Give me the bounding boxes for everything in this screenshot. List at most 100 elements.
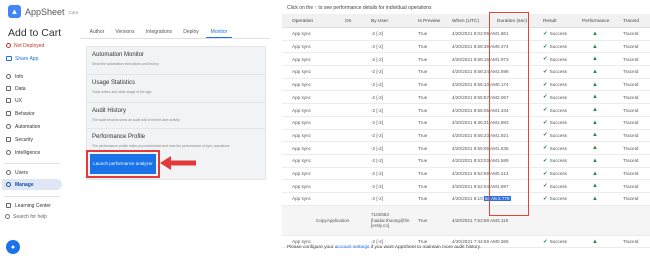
share-app-button[interactable]: Share App xyxy=(6,54,38,63)
table-row[interactable]: App sync -2 [-2] True 4/20/2021 8:56:05 AM 1… xyxy=(282,104,650,117)
cell-traceid[interactable]: TraceId xyxy=(623,236,638,248)
table-row[interactable]: App sync -2 [-2] True 4/20/2021 8:35:31 AM 1… xyxy=(282,117,650,130)
tab-versions[interactable]: Versions xyxy=(112,26,138,38)
card-usage-statistics[interactable]: Usage Statistics Track where and what us… xyxy=(86,74,266,103)
sidebar-item-automation[interactable]: Automation xyxy=(2,121,62,132)
cell-traceid[interactable]: TraceId xyxy=(623,155,638,167)
sidebar-item-ux[interactable]: UX xyxy=(2,95,62,106)
cell-when: 4/20/2021 8:58:24 AM xyxy=(452,66,497,78)
tab-monitor[interactable]: Monitor xyxy=(206,26,232,38)
success-check-icon: ✔ xyxy=(543,81,548,88)
cell-operation: App sync xyxy=(292,82,311,88)
cell-traceid[interactable]: TraceId xyxy=(623,193,638,205)
performance-icon[interactable]: ▲ xyxy=(592,132,598,138)
performance-icon[interactable]: ▲ xyxy=(592,94,598,100)
table-row[interactable]: App sync -2 [-2] True 4/20/2021 8:56:10 AM 0… xyxy=(282,79,650,92)
share-app-label: Share App xyxy=(15,55,39,62)
performance-icon[interactable]: ▲ xyxy=(592,171,598,177)
performance-icon[interactable]: ▲ xyxy=(592,69,598,75)
performance-icon[interactable]: ▲ xyxy=(592,82,598,88)
chat-button[interactable]: ● xyxy=(6,240,20,254)
users-icon xyxy=(6,170,11,175)
col-is-preview[interactable]: Is Preview xyxy=(418,14,440,28)
table-row[interactable]: App sync -2 [-2] True 4/20/2021 8:55:57 AM 2… xyxy=(282,92,650,105)
cell-operation: App sync xyxy=(292,94,311,100)
sidebar-item-manage[interactable]: Manage xyxy=(2,179,62,190)
cell-performance: ▲ xyxy=(592,92,598,104)
performance-icon[interactable]: ▲ xyxy=(592,31,598,37)
sidebar-item-security[interactable]: Security xyxy=(2,134,62,145)
performance-icon[interactable]: ▲ xyxy=(592,120,598,126)
cell-traceid[interactable]: TraceId xyxy=(623,130,638,142)
performance-icon[interactable]: ▲ xyxy=(592,145,598,151)
sidebar-item-learning-center[interactable]: Learning Center xyxy=(2,200,62,211)
table-row[interactable]: App sync -2 [-2] True 4/20/2021 8:55:06 AM 1… xyxy=(282,142,650,155)
col-when[interactable]: When (UTC) xyxy=(452,14,479,28)
cell-performance: ▲ xyxy=(592,28,598,40)
col-operation[interactable]: Operation xyxy=(292,14,313,28)
col-result[interactable]: Result xyxy=(543,14,557,28)
cell-preview: True xyxy=(418,217,428,223)
table-row[interactable]: App sync -2 [-2] True 4/20/2021 8:58:16 AM 1… xyxy=(282,53,650,67)
tab-author[interactable]: Author xyxy=(86,26,108,38)
sidebar-item-behavior[interactable]: Behavior xyxy=(2,108,62,119)
performance-icon[interactable]: ▲ xyxy=(592,56,598,62)
cell-traceid[interactable]: TraceId xyxy=(623,142,638,154)
col-duration[interactable]: Duration (sec) xyxy=(497,14,527,28)
when-text: 4/20/2021 8:56:10 AM xyxy=(452,82,497,88)
table-row[interactable]: App sync -2 [-2] True 4/20/2021 8:10: 54 AM 2… xyxy=(282,193,650,206)
performance-icon[interactable]: ▲ xyxy=(592,239,598,245)
sidebar-item-users[interactable]: Users xyxy=(2,167,62,178)
cell-traceid[interactable]: TraceId xyxy=(623,28,638,40)
tab-integrations[interactable]: Integrations xyxy=(142,26,176,38)
cell-traceid[interactable]: TraceId xyxy=(623,41,638,53)
performance-icon[interactable]: ▲ xyxy=(592,158,598,164)
cell-traceid[interactable]: TraceId xyxy=(623,168,638,180)
performance-icon[interactable]: ▲ xyxy=(592,44,598,50)
col-performance[interactable]: Performance xyxy=(582,14,609,28)
cell-operation: App sync xyxy=(292,31,311,37)
duration-value: 0.174 xyxy=(497,82,509,88)
account-settings-link[interactable]: account settings xyxy=(335,245,370,250)
cell-when: 4/20/2021 8:52:59 AM xyxy=(452,168,497,180)
cell-traceid[interactable]: TraceId xyxy=(623,53,638,65)
cell-preview: True xyxy=(418,107,428,113)
table-row[interactable]: App sync -2 [-2] True 4/20/2021 8:55:23 AM 1… xyxy=(282,130,650,143)
tab-deploy[interactable]: Deploy xyxy=(180,26,202,38)
search-help[interactable]: Search for help xyxy=(5,212,61,221)
col-on[interactable]: On xyxy=(345,14,351,28)
launch-performance-analyzer-button[interactable]: Launch performance analyzer xyxy=(90,154,156,174)
cell-traceid[interactable]: TraceId xyxy=(623,180,638,192)
launch-performance-analyzer-highlight: Launch performance analyzer xyxy=(86,150,160,178)
cell-traceid[interactable]: TraceId xyxy=(623,92,638,104)
col-traceid[interactable]: TraceId xyxy=(623,14,639,28)
cell-traceid[interactable]: TraceId xyxy=(623,104,638,116)
cell-traceid[interactable]: TraceId xyxy=(623,79,638,91)
deploy-status[interactable]: Not Deployed xyxy=(6,41,44,50)
cell-when: 4/20/2021 8:56:10 AM xyxy=(452,79,497,91)
performance-icon[interactable]: ▲ xyxy=(592,196,598,202)
sidebar-item-data[interactable]: Data xyxy=(2,83,62,94)
col-by-user[interactable]: By User xyxy=(371,14,388,28)
table-row[interactable]: CopyApplication 7102653 [haidai.thuong@fi… xyxy=(282,205,650,236)
sidebar-item-info[interactable]: Info xyxy=(2,71,62,82)
table-body: App sync -2 [-2] True 4/20/2021 9:02:09 AM 1… xyxy=(282,28,650,249)
card-automation-monitor[interactable]: Automation Monitor Show the automation e… xyxy=(86,46,266,75)
deploy-status-label: Not Deployed xyxy=(14,42,45,49)
table-row[interactable]: App sync -2 [-2] True 4/20/2021 8:52:04 AM 1… xyxy=(282,180,650,194)
table-row[interactable]: App sync -2 [-2] True 4/20/2021 8:52:59 AM 0… xyxy=(282,168,650,181)
table-row[interactable]: App sync -2 [-2] True 4/20/2021 9:02:09 AM 1… xyxy=(282,28,650,41)
cell-traceid[interactable]: TraceId xyxy=(623,66,638,78)
result-text: Success xyxy=(549,132,567,138)
cell-traceid[interactable]: TraceId xyxy=(623,117,638,129)
performance-icon[interactable]: ▲ xyxy=(592,107,598,113)
table-row[interactable]: App sync -2 [-2] True 4/20/2021 8:58:24 AM 1… xyxy=(282,66,650,79)
card-audit-history[interactable]: Audit History The audit records show an … xyxy=(86,102,266,131)
table-row[interactable]: App sync -2 [-2] True 4/20/2021 8:53:03 AM 1… xyxy=(282,155,650,168)
brand[interactable]: ▲ AppSheet Core xyxy=(8,5,78,18)
sidebar-item-intelligence[interactable]: Intelligence xyxy=(2,147,62,158)
performance-icon[interactable]: ▲ xyxy=(592,183,598,189)
result-text: Success xyxy=(549,44,567,50)
table-row[interactable]: App sync -2 [-2] True 4/20/2021 8:58:39 AM 0… xyxy=(282,41,650,54)
cell-performance: ▲ xyxy=(592,53,598,65)
